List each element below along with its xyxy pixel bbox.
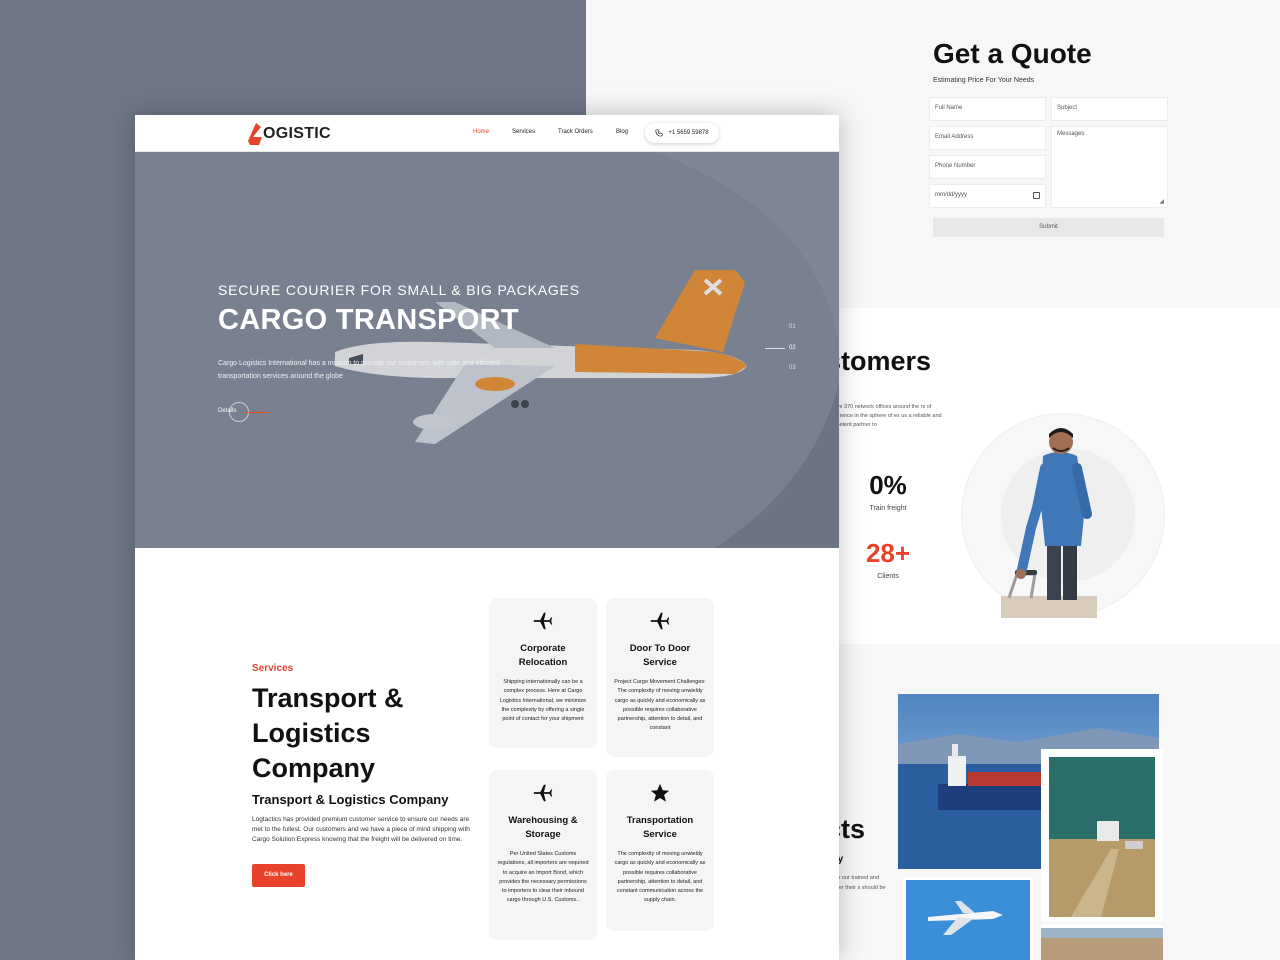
service-card-title: Corporate Relocation: [518, 643, 568, 668]
hero-title: CARGO TRANSPORT: [218, 304, 519, 336]
customers-title: stomers: [826, 346, 932, 376]
stat-value: 28+: [865, 538, 911, 568]
nav-link-home[interactable]: Home: [473, 129, 512, 135]
quote-title: Get a Quote: [933, 38, 1092, 69]
service-card-text: The complexity of moving unwieldy cargo …: [614, 851, 706, 904]
main-nav: Home Services Track Orders Blog: [473, 129, 628, 135]
full-name-field[interactable]: Full Name: [929, 97, 1046, 121]
services-title: Transport & Logistics Company: [252, 683, 404, 783]
delivery-man-image: [1001, 428, 1097, 618]
services-text: Logtactics has provided premium customer…: [252, 816, 470, 843]
stat-value: 0%: [869, 470, 907, 500]
service-card-door-to-door[interactable]: Door To Door Service Project Cargo Movem…: [606, 598, 714, 757]
date-placeholder: mm/dd/yyyy: [935, 192, 968, 198]
stat-train-freight: 0% Train freight: [848, 470, 928, 512]
service-card-title: Transportation Service: [626, 815, 694, 840]
star-icon: [614, 778, 706, 808]
slide-01[interactable]: 01: [789, 324, 796, 330]
service-card-text: Shipping internationally can be a comple…: [499, 679, 587, 723]
logo[interactable]: OGISTIC: [248, 123, 331, 145]
phone-number: +1 5659 59878: [668, 130, 709, 136]
services-subtitle: Transport & Logistics Company: [252, 792, 449, 807]
truck-road-photo: [1041, 749, 1163, 921]
service-card-text: Project Cargo Movement Challenges: The c…: [614, 679, 706, 732]
phone-icon: [655, 129, 663, 137]
messages-field[interactable]: Messages ◢: [1051, 126, 1168, 208]
slide-03[interactable]: 03: [789, 365, 796, 371]
submit-button[interactable]: Submit: [933, 218, 1164, 237]
email-field[interactable]: Email Address: [929, 126, 1046, 150]
subject-field[interactable]: Subject: [1051, 97, 1168, 121]
active-slide-line: [765, 348, 785, 349]
landing-page-card: OGISTIC Home Services Track Orders Blog …: [135, 115, 839, 960]
nav-link-services[interactable]: Services: [512, 129, 558, 135]
airplane-photo: [903, 877, 1033, 960]
details-underline: [245, 412, 269, 413]
nav-link-track-orders[interactable]: Track Orders: [558, 129, 616, 135]
logo-text: OGISTIC: [263, 125, 331, 142]
top-navbar: OGISTIC Home Services Track Orders Blog …: [135, 115, 839, 152]
click-here-button[interactable]: Click here: [252, 864, 305, 887]
plane-icon: [497, 606, 589, 636]
truck-photo: [1041, 925, 1163, 960]
quote-subtitle: Estimating Price For Your Needs: [933, 77, 1035, 84]
hero-background-image: [135, 152, 839, 548]
slide-02[interactable]: 02: [789, 345, 796, 351]
customers-text: d have 370 network offices around the rs…: [826, 404, 942, 428]
calendar-icon[interactable]: [1033, 192, 1040, 199]
stat-label: Train freight: [869, 505, 907, 512]
service-card-corporate-relocation[interactable]: Corporate Relocation Shipping internatio…: [489, 598, 597, 748]
resize-grip-icon[interactable]: ◢: [1159, 198, 1164, 205]
phone-button[interactable]: +1 5659 59878: [645, 123, 719, 143]
service-card-text: Per United States Customs regulations, a…: [497, 851, 589, 904]
phone-field[interactable]: Phone Number: [929, 155, 1046, 179]
details-link[interactable]: Details: [218, 408, 236, 414]
service-card-title: Warehousing & Storage: [508, 815, 578, 840]
services-label: Services: [252, 663, 294, 674]
plane-icon: [614, 606, 706, 636]
service-card-title: Door To Door Service: [629, 643, 691, 668]
plane-icon: [497, 778, 589, 808]
hero-slider: SECURE COURIER FOR SMALL & BIG PACKAGES …: [135, 152, 839, 548]
date-field[interactable]: mm/dd/yyyy: [929, 184, 1046, 208]
stat-label: Clients: [877, 573, 899, 580]
nav-link-blog[interactable]: Blog: [616, 129, 628, 135]
service-card-transportation[interactable]: Transportation Service The complexity of…: [606, 770, 714, 931]
stat-clients: 28+ Clients: [848, 538, 928, 580]
hero-description: Cargo Logistics International has a miss…: [218, 360, 500, 380]
hero-kicker: SECURE COURIER FOR SMALL & BIG PACKAGES: [218, 282, 580, 298]
messages-placeholder: Messages: [1057, 131, 1085, 137]
logo-mark-icon: [248, 123, 262, 145]
service-card-warehousing[interactable]: Warehousing & Storage Per United States …: [489, 770, 597, 940]
